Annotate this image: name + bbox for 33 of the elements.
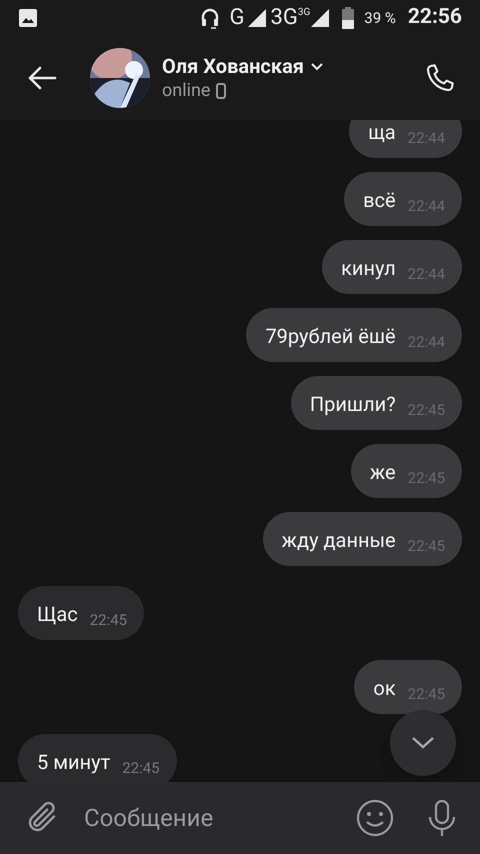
signal-icon bbox=[310, 8, 330, 28]
message-composer[interactable]: Сообщение bbox=[0, 782, 480, 854]
signal-icon bbox=[246, 8, 266, 28]
message-text: же bbox=[370, 460, 396, 484]
mobile-device-icon bbox=[216, 83, 226, 99]
clock: 22:56 bbox=[408, 4, 462, 32]
microphone-icon[interactable] bbox=[426, 799, 458, 837]
message-text: кинул bbox=[341, 256, 396, 280]
message-text: ок bbox=[373, 676, 396, 700]
message-text: Пришли? bbox=[310, 392, 396, 416]
online-status: online bbox=[162, 79, 210, 103]
network-type: 3G bbox=[298, 8, 310, 18]
battery-percent: 39 % bbox=[364, 8, 396, 29]
message-text: Щас bbox=[37, 602, 78, 626]
battery-icon bbox=[342, 7, 354, 29]
phone-icon bbox=[424, 62, 456, 94]
back-arrow-icon bbox=[27, 65, 57, 91]
message-time: 22:45 bbox=[122, 760, 160, 776]
message-field[interactable]: Сообщение bbox=[84, 794, 346, 842]
network-type: G bbox=[230, 7, 244, 29]
message-text: 79рублей ёшё bbox=[265, 324, 396, 348]
message-text: жду данные bbox=[282, 528, 396, 552]
network-type: 3G bbox=[270, 7, 298, 29]
emoji-icon[interactable] bbox=[356, 799, 394, 837]
image-icon bbox=[18, 8, 38, 28]
chevron-down-icon bbox=[411, 736, 435, 750]
message-text: ща bbox=[368, 120, 396, 144]
message-time: 22:45 bbox=[90, 612, 128, 628]
message-text: 5 минут bbox=[37, 750, 110, 774]
contact-name[interactable]: Оля Хованская bbox=[162, 53, 304, 79]
headset-icon bbox=[200, 7, 220, 29]
chevron-down-icon[interactable] bbox=[310, 62, 324, 70]
message-text: всё bbox=[363, 188, 396, 212]
